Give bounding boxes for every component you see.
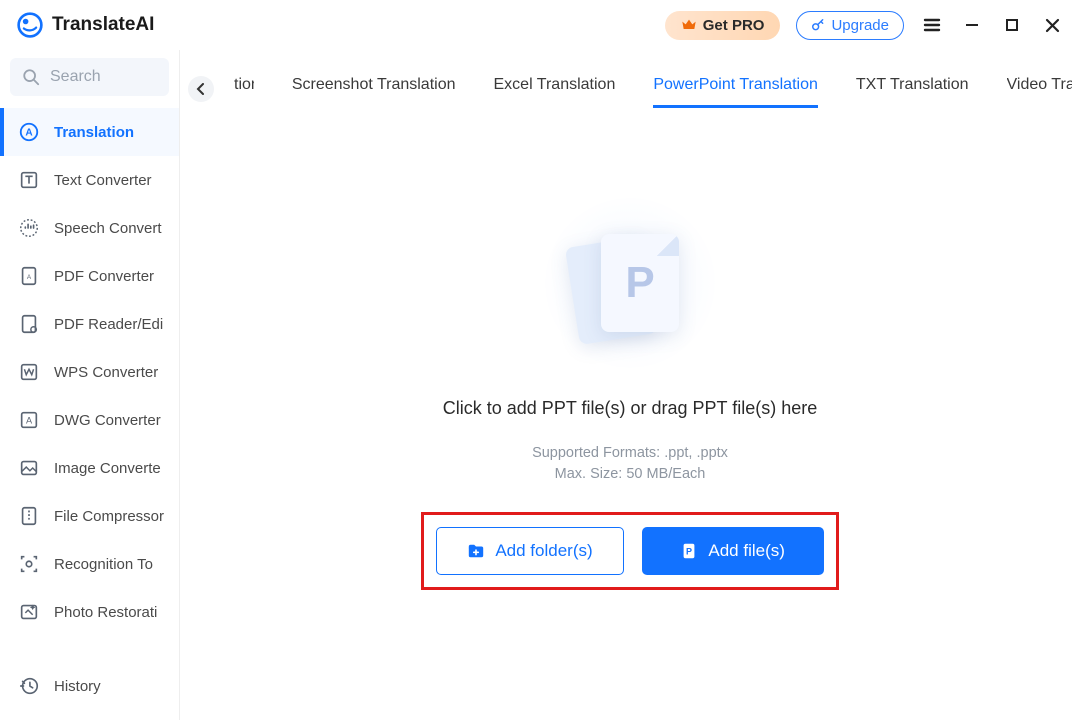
- sidebar-item-label: Text Converter: [54, 172, 152, 189]
- get-pro-button[interactable]: Get PRO: [665, 11, 781, 40]
- crown-icon: [681, 17, 697, 33]
- sidebar-item-label: Recognition To: [54, 556, 153, 573]
- sidebar-item-file-compressor[interactable]: File Compressor: [0, 492, 179, 540]
- photo-restore-icon: [18, 601, 40, 623]
- compressor-icon: [18, 505, 40, 527]
- add-file-button[interactable]: P Add file(s): [642, 527, 824, 575]
- logo-icon: [16, 11, 44, 39]
- sidebar-item-label: Photo Restorati: [54, 604, 157, 621]
- tab-excel-translation[interactable]: Excel Translation: [494, 70, 616, 108]
- add-file-label: Add file(s): [708, 541, 785, 561]
- history-icon: [18, 675, 40, 697]
- sidebar-item-speech-convert[interactable]: Speech Convert: [0, 204, 179, 252]
- add-folder-button[interactable]: Add folder(s): [436, 527, 623, 575]
- menu-button[interactable]: [920, 13, 944, 37]
- max-size-text: Max. Size: 50 MB/Each: [532, 464, 728, 484]
- minimize-button[interactable]: [960, 13, 984, 37]
- add-folder-icon: [467, 542, 485, 560]
- tab-screenshot-translation[interactable]: Screenshot Translation: [292, 70, 456, 108]
- wps-icon: [18, 361, 40, 383]
- sidebar-item-image-converter[interactable]: Image Converte: [0, 444, 179, 492]
- app-title: TranslateAI: [52, 14, 154, 36]
- sidebar-item-translation[interactable]: A Translation: [0, 108, 179, 156]
- svg-text:A: A: [27, 274, 32, 281]
- supported-formats-text: Supported Formats: .ppt, .pptx: [532, 443, 728, 463]
- tab-partial-left[interactable]: tion: [234, 70, 254, 108]
- text-converter-icon: [18, 169, 40, 191]
- sidebar-item-label: History: [54, 678, 101, 695]
- sidebar-item-dwg-converter[interactable]: A DWG Converter: [0, 396, 179, 444]
- sidebar-item-pdf-reader[interactable]: PDF Reader/Edi: [0, 300, 179, 348]
- upgrade-button[interactable]: Upgrade: [796, 11, 904, 40]
- ppt-letter: P: [625, 258, 654, 308]
- sidebar-item-text-converter[interactable]: Text Converter: [0, 156, 179, 204]
- tab-powerpoint-translation[interactable]: PowerPoint Translation: [653, 70, 818, 108]
- tabs-bar: tion Screenshot Translation Excel Transl…: [180, 50, 1080, 108]
- pdf-converter-icon: A: [18, 265, 40, 287]
- sidebar-item-label: Image Converte: [54, 460, 161, 477]
- sidebar-item-label: PDF Converter: [54, 268, 154, 285]
- recognition-icon: [18, 553, 40, 575]
- app-logo: TranslateAI: [16, 11, 154, 39]
- sidebar-item-pdf-converter[interactable]: A PDF Converter: [0, 252, 179, 300]
- maximize-button[interactable]: [1000, 13, 1024, 37]
- tabs-scroll-left-button[interactable]: [188, 76, 214, 102]
- speech-icon: [18, 217, 40, 239]
- sidebar-item-photo-restoration[interactable]: Photo Restorati: [0, 588, 179, 636]
- search-box[interactable]: [10, 58, 169, 96]
- sidebar-item-label: Speech Convert: [54, 220, 162, 237]
- get-pro-label: Get PRO: [703, 17, 765, 34]
- sidebar-item-label: File Compressor: [54, 508, 164, 525]
- close-button[interactable]: [1040, 13, 1064, 37]
- svg-text:P: P: [686, 546, 692, 556]
- tab-video-translation[interactable]: Video Trans: [1007, 70, 1072, 108]
- sidebar-item-label: DWG Converter: [54, 412, 161, 429]
- action-button-row: Add folder(s) P Add file(s): [421, 512, 838, 590]
- sidebar-item-label: PDF Reader/Edi: [54, 316, 163, 333]
- image-converter-icon: [18, 457, 40, 479]
- svg-text:A: A: [25, 128, 33, 139]
- sidebar-item-label: WPS Converter: [54, 364, 158, 381]
- upgrade-label: Upgrade: [831, 17, 889, 34]
- tab-txt-translation[interactable]: TXT Translation: [856, 70, 969, 108]
- instruction-text: Click to add PPT file(s) or drag PPT fil…: [443, 398, 817, 419]
- search-icon: [22, 68, 40, 86]
- drop-zone[interactable]: P Click to add PPT file(s) or drag PPT f…: [180, 108, 1080, 720]
- sidebar-item-wps-converter[interactable]: WPS Converter: [0, 348, 179, 396]
- dwg-icon: A: [18, 409, 40, 431]
- add-folder-label: Add folder(s): [495, 541, 592, 561]
- sidebar: A Translation Text Converter Speech Conv…: [0, 50, 180, 720]
- svg-text:A: A: [26, 416, 33, 426]
- translation-icon: A: [18, 121, 40, 143]
- pdf-reader-icon: [18, 313, 40, 335]
- sidebar-item-label: Translation: [54, 124, 134, 141]
- key-icon: [811, 18, 825, 32]
- search-input[interactable]: [50, 68, 157, 86]
- sidebar-item-recognition[interactable]: Recognition To: [0, 540, 179, 588]
- sidebar-item-history[interactable]: History: [0, 662, 179, 710]
- add-file-icon: P: [680, 542, 698, 560]
- ppt-illustration: P: [530, 198, 730, 368]
